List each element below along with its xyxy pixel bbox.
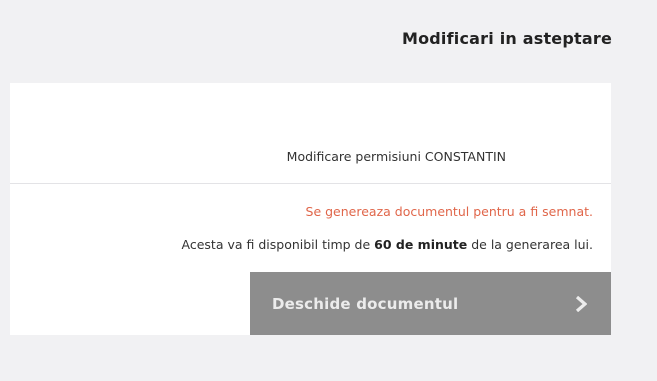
pending-changes-card: Modificare permisiuni CONSTANTIN Se gene… (10, 83, 611, 335)
availability-info-suffix: de la generarea lui. (467, 237, 593, 252)
chevron-right-icon (573, 295, 589, 313)
availability-info-prefix: Acesta va fi disponibil timp de (181, 237, 375, 252)
generation-status-message: Se genereaza documentul pentru a fi semn… (305, 204, 593, 219)
open-document-button[interactable]: Deschide documentul (250, 272, 611, 335)
availability-duration: 60 de minute (374, 237, 468, 252)
availability-info: Acesta va fi disponibil timp de 60 de mi… (182, 237, 593, 252)
open-document-label: Deschide documentul (272, 294, 459, 313)
panel-header: Modificari in asteptare (0, 0, 657, 82)
pending-change-item: Modificare permisiuni CONSTANTIN (10, 83, 611, 184)
panel-title: Modificari in asteptare (401, 29, 612, 48)
pending-change-label: Modificare permisiuni CONSTANTIN (286, 149, 506, 164)
